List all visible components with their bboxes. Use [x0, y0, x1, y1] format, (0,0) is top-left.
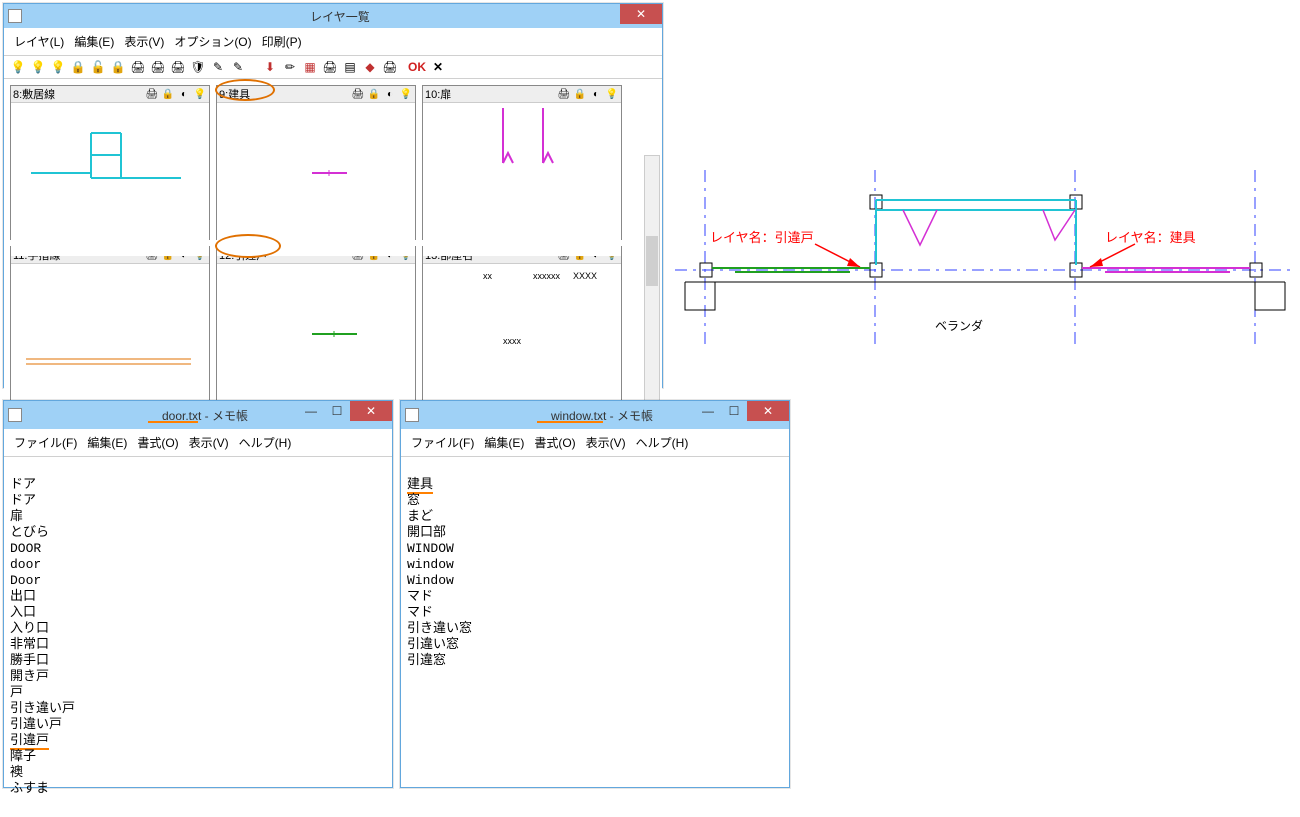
annotation-underline	[537, 421, 603, 423]
cad-drawing: レイヤ名：引違戸 レイヤ名：建具 ベランダ	[675, 10, 1295, 390]
layer-list-window: レイヤ一覧 ✕ レイヤ(L) 編集(E) 表示(V) オプション(O) 印刷(P…	[3, 3, 663, 388]
layer-preview	[423, 103, 621, 256]
notepad-window: window.txt - メモ帳 — ☐ ✕ ファイル(F) 編集(E) 書式(…	[400, 400, 790, 788]
printer2-icon[interactable]: 🖨	[322, 59, 338, 75]
mini-globe-icon[interactable]: ◐	[589, 87, 603, 101]
annotation-underline	[148, 421, 198, 423]
mini-bulb-icon[interactable]: 💡	[193, 87, 207, 101]
menu-view[interactable]: 表示(V)	[185, 432, 233, 453]
layer-label: 8:敷居線	[13, 86, 143, 102]
image-icon[interactable]: ▦	[302, 59, 318, 75]
menu-bar: ファイル(F) 編集(E) 書式(O) 表示(V) ヘルプ(H)	[401, 429, 789, 457]
minimize-button[interactable]: —	[298, 401, 324, 421]
menu-edit[interactable]: 編集(E)	[480, 432, 528, 453]
annotation-label-1: レイヤ名：引違戸	[710, 230, 814, 245]
cad-text-balcony: ベランダ	[935, 318, 983, 333]
layer-label: 9:建具	[219, 86, 349, 102]
close-button[interactable]: ✕	[350, 401, 392, 421]
layer-preview	[217, 264, 415, 417]
maximize-button[interactable]: ☐	[324, 401, 350, 421]
mini-bulb-icon[interactable]: 💡	[399, 87, 413, 101]
app-icon	[8, 408, 22, 422]
svg-text:XXXX: XXXX	[573, 271, 597, 281]
menu-help[interactable]: ヘルプ(H)	[235, 432, 296, 453]
print-icon[interactable]: 🖨	[130, 59, 146, 75]
svg-text:xx: xx	[483, 271, 493, 281]
bulb-off-icon[interactable]: 💡	[30, 59, 46, 75]
layer-cell-13[interactable]: 13:部屋名 🖨 🔒 ◐ 💡 xx xxxxxx XXXX xxxx	[422, 246, 622, 401]
mini-print-icon[interactable]: 🖨	[145, 87, 159, 101]
lock-icon[interactable]: 🔒	[70, 59, 86, 75]
print-off-icon[interactable]: 🖨	[150, 59, 166, 75]
mini-globe-icon[interactable]: ◐	[383, 87, 397, 101]
menu-print[interactable]: 印刷(P)	[258, 31, 306, 52]
lock-mix-icon[interactable]: 🔒	[110, 59, 126, 75]
menu-help[interactable]: ヘルプ(H)	[632, 432, 693, 453]
layer-cell-10[interactable]: 10:扉 🖨 🔒 ◐ 💡	[422, 85, 622, 240]
svg-text:xxxx: xxxx	[503, 336, 522, 346]
pencil-icon[interactable]: ✏	[282, 59, 298, 75]
menu-option[interactable]: オプション(O)	[170, 31, 255, 52]
menu-file[interactable]: ファイル(F)	[10, 432, 81, 453]
down-arrow-icon[interactable]: ⬇	[262, 59, 278, 75]
text-area[interactable]: ドア ドア 扉 とびら DOOR door Door 出口 入口 入り口 非常口…	[4, 457, 392, 817]
layer-preview	[11, 264, 209, 417]
menu-file[interactable]: ファイル(F)	[407, 432, 478, 453]
layer-cell-11[interactable]: 11:手摺線 🖨 🔒 ◐ 💡	[10, 246, 210, 401]
mini-print-icon[interactable]: 🖨	[351, 87, 365, 101]
menu-bar: ファイル(F) 編集(E) 書式(O) 表示(V) ヘルプ(H)	[4, 429, 392, 457]
close-button[interactable]: ✕	[620, 4, 662, 24]
app-icon	[405, 408, 419, 422]
print-mix-icon[interactable]: 🖨	[170, 59, 186, 75]
close-button[interactable]: ✕	[747, 401, 789, 421]
unlock-icon[interactable]: 🔓	[90, 59, 106, 75]
svg-text:xxxxxx: xxxxxx	[533, 271, 561, 281]
print3-icon[interactable]: 🖨	[382, 59, 398, 75]
window-title: レイヤ一覧	[22, 8, 658, 25]
x-button[interactable]: ✕	[430, 59, 446, 75]
menu-bar: レイヤ(L) 編集(E) 表示(V) オプション(O) 印刷(P)	[4, 28, 662, 56]
titlebar[interactable]: window.txt - メモ帳 — ☐ ✕	[401, 401, 789, 429]
layer-preview	[217, 103, 415, 256]
annotation-label-2: レイヤ名：建具	[1105, 230, 1196, 245]
mini-print-icon[interactable]: 🖨	[557, 87, 571, 101]
titlebar[interactable]: レイヤ一覧 ✕	[4, 4, 662, 28]
ok-button[interactable]: OK	[408, 60, 426, 74]
bulb-on-icon[interactable]: 💡	[10, 59, 26, 75]
layer-preview	[11, 103, 209, 256]
menu-edit[interactable]: 編集(E)	[83, 432, 131, 453]
scrollbar[interactable]	[644, 155, 660, 403]
maximize-button[interactable]: ☐	[721, 401, 747, 421]
pen-icon[interactable]: ✎	[210, 59, 226, 75]
menu-layer[interactable]: レイヤ(L)	[10, 31, 68, 52]
mini-lock-icon[interactable]: 🔒	[573, 87, 587, 101]
menu-view[interactable]: 表示(V)	[582, 432, 630, 453]
pen-alt-icon[interactable]: ✎	[230, 59, 246, 75]
mini-lock-icon[interactable]: 🔒	[161, 87, 175, 101]
titlebar[interactable]: door.txt - メモ帳 — ☐ ✕	[4, 401, 392, 429]
notepad-door: door.txt - メモ帳 — ☐ ✕ ファイル(F) 編集(E) 書式(O)…	[3, 400, 393, 788]
layer-cell-12[interactable]: 12:引違戸 🖨 🔒 ◐ 💡	[216, 246, 416, 401]
text-area[interactable]: 建具 窓 まど 開口部 WINDOW window Window マド マド 引…	[401, 457, 789, 689]
app-icon	[8, 9, 22, 23]
menu-edit[interactable]: 編集(E)	[70, 31, 118, 52]
bulb-mix-icon[interactable]: 💡	[50, 59, 66, 75]
layer-label: 10:扉	[425, 86, 555, 102]
menu-format[interactable]: 書式(O)	[530, 432, 579, 453]
mini-globe-icon[interactable]: ◐	[177, 87, 191, 101]
mini-lock-icon[interactable]: 🔒	[367, 87, 381, 101]
layer-cell-8[interactable]: 8:敷居線 🖨 🔒 ◐ 💡	[10, 85, 210, 240]
mini-bulb-icon[interactable]: 💡	[605, 87, 619, 101]
layout-icon[interactable]: ▤	[342, 59, 358, 75]
layer-preview: xx xxxxxx XXXX xxxx	[423, 264, 621, 417]
shield-icon[interactable]: 🛡	[190, 59, 206, 75]
layer-cell-9[interactable]: 9:建具 🖨 🔒 ◐ 💡	[216, 85, 416, 240]
menu-format[interactable]: 書式(O)	[133, 432, 182, 453]
eraser-icon[interactable]: ◆	[362, 59, 378, 75]
layer-grid: 8:敷居線 🖨 🔒 ◐ 💡	[4, 79, 662, 407]
scrollbar-thumb[interactable]	[646, 236, 658, 286]
minimize-button[interactable]: —	[695, 401, 721, 421]
toolbar: 💡 💡 💡 🔒 🔓 🔒 🖨 🖨 🖨 🛡 ✎ ✎ ⬇ ✏ ▦ 🖨 ▤ ◆ 🖨 OK…	[4, 56, 662, 79]
menu-view[interactable]: 表示(V)	[120, 31, 168, 52]
